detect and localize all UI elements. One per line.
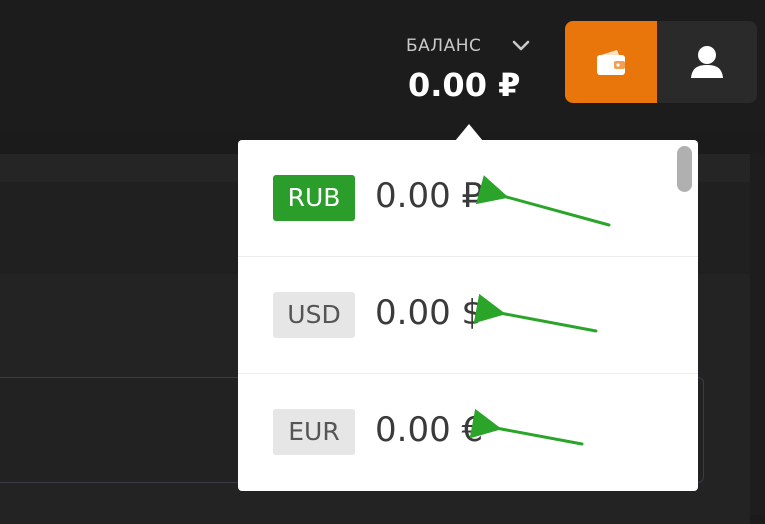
- wallet-icon: [597, 50, 625, 75]
- currency-option-usd[interactable]: USD 0.00 $: [238, 257, 698, 374]
- background-panel: [750, 154, 765, 515]
- user-icon: [691, 46, 723, 78]
- chevron-down-icon: [512, 40, 530, 51]
- currency-code-badge: EUR: [273, 409, 355, 455]
- currency-code-badge: USD: [273, 292, 355, 338]
- currency-dropdown: RUB 0.00 ₽ USD 0.00 $ EUR 0.00 €: [238, 140, 698, 491]
- currency-code-badge: RUB: [273, 175, 355, 221]
- currency-amount: 0.00 $: [375, 293, 484, 333]
- currency-option-eur[interactable]: EUR 0.00 €: [238, 374, 698, 490]
- currency-amount: 0.00 €: [375, 410, 484, 450]
- user-button[interactable]: [657, 21, 757, 103]
- dropdown-caret: [455, 124, 483, 141]
- wallet-button[interactable]: [565, 21, 657, 103]
- balance-amount: 0.00 ₽: [408, 66, 521, 104]
- currency-amount: 0.00 ₽: [375, 176, 484, 216]
- currency-option-rub[interactable]: RUB 0.00 ₽: [238, 140, 698, 257]
- dropdown-scrollbar[interactable]: [677, 146, 692, 192]
- balance-label: БАЛАНС: [406, 36, 482, 56]
